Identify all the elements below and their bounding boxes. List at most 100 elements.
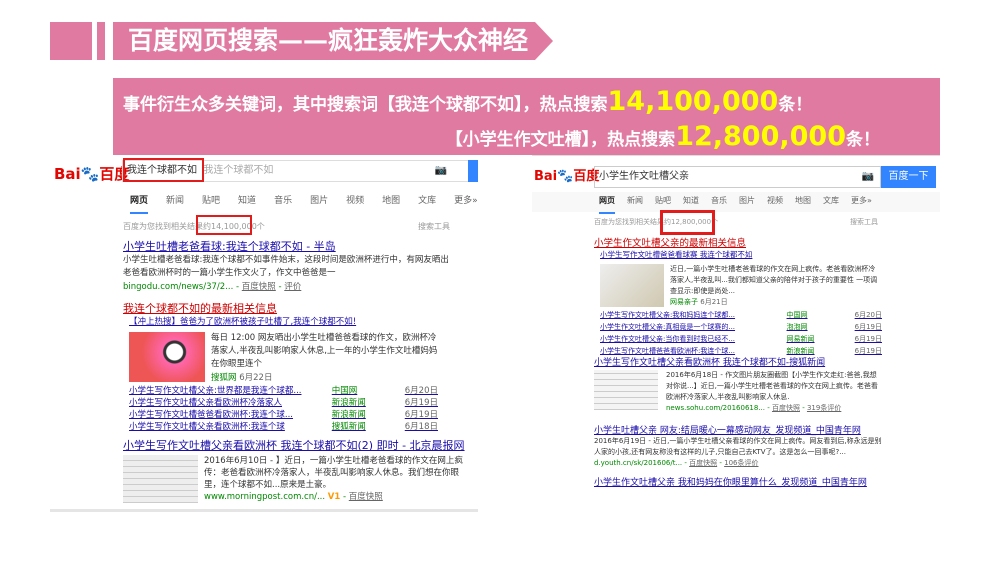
essay-image	[594, 370, 658, 410]
result-abstract: 近日,一篇小学生吐槽老爸看球的作文在网上疯传。老爸看欧洲杯冷落家人,半夜乱叫..…	[670, 265, 878, 295]
summary-box: 事件衍生众多关键词，其中搜索词【我连个球都不如】，热点搜索14,100,000条…	[113, 78, 940, 155]
sub-result[interactable]: 小学生写作文吐槽父亲:世界都是我连个球都... 中国网 6月20日	[129, 385, 438, 397]
query-suggest: 我连个球都不如	[203, 165, 274, 176]
result-1: 小学生作文吐槽父亲的最新相关信息 小学生写作文吐槽爸爸看球赛 我连个球都不如 近…	[594, 235, 882, 357]
tab-bar: 网页 新闻 贴吧 知道 音乐 图片 视频 地图 文库 更多»	[599, 195, 872, 214]
tab-web[interactable]: 网页	[599, 195, 615, 214]
result-title[interactable]: 小学生作文吐槽父亲的最新相关信息	[594, 235, 882, 249]
sub-result-date: 6月19日	[854, 323, 882, 331]
sub-result-title[interactable]: 小学生写作文吐槽父亲看欧洲杯冷落家人	[129, 397, 321, 409]
sub-result[interactable]: 小学生写作文吐槽父亲看欧洲杯冷落家人 新浪新闻 6月19日	[129, 397, 438, 409]
tab-map[interactable]: 地图	[795, 195, 811, 214]
sub-result-source: 泡泡网	[786, 323, 808, 331]
tab-wenku[interactable]: 文库	[823, 195, 839, 214]
eval-link[interactable]: 319条评价	[807, 404, 841, 412]
count-2: 12,800,000	[675, 121, 846, 152]
tab-news[interactable]: 新闻	[166, 193, 184, 214]
query-text: 小学生作文吐槽父亲	[599, 171, 689, 182]
sub-result-date: 6月19日	[404, 410, 438, 420]
sub-result-date: 6月20日	[404, 386, 438, 396]
result-title[interactable]: 小学生吐槽父亲 网友:结局暖心一幕感动网友_发现频道_中国青年网	[594, 423, 884, 436]
sub-result-title[interactable]: 小学生写作文吐槽父亲看欧洲杯:我连个球	[129, 421, 321, 433]
tab-video[interactable]: 视频	[346, 193, 364, 214]
header-bar	[97, 22, 105, 60]
tab-news[interactable]: 新闻	[627, 195, 643, 214]
tab-map[interactable]: 地图	[382, 193, 400, 214]
eval-link[interactable]: 评价	[284, 282, 301, 292]
tab-zhidao[interactable]: 知道	[238, 193, 256, 214]
tab-bar: 网页 新闻 贴吧 知道 音乐 图片 视频 地图 文库 更多»	[130, 193, 478, 214]
sub-result-source: 搜狐新闻	[331, 422, 366, 432]
sub-result[interactable]: 小学生作文吐槽父亲:真相竟是一个球赛的... 泡泡网 6月19日	[600, 321, 882, 333]
result-title[interactable]: 小学生作文吐槽父亲 我和妈妈在你眼里算什么_发现频道_中国青年网	[594, 475, 894, 488]
sub-result[interactable]: 小学生写作文吐槽爸爸看欧洲杯:我连个球... 新浪新闻 6月19日	[129, 409, 438, 421]
search-tools[interactable]: 搜索工具	[850, 217, 878, 227]
tab-more[interactable]: 更多»	[851, 195, 872, 214]
result-subtitle: 小学生写作文吐槽爸爸看球赛 我连个球都不如	[600, 250, 753, 259]
baidu-search-button[interactable]: 百度一下	[881, 166, 936, 188]
sub-result-date: 6月19日	[854, 335, 882, 343]
sub-result-date: 6月18日	[404, 422, 438, 432]
slide-title: 百度网页搜索——疯狂轰炸大众神经	[113, 22, 535, 60]
sub-result-title[interactable]: 小学生写作文吐槽爸爸看欧洲杯:我连个球...	[129, 409, 321, 421]
tab-images[interactable]: 图片	[310, 193, 328, 214]
right-search-screenshot: Bai🐾百度 小学生作文吐槽父亲 📷 百度一下 网页 新闻 贴吧 知道 音乐 图片 视频 地图文…	[532, 155, 940, 495]
snapshot-link[interactable]: 百度快照	[689, 459, 717, 467]
sub-result-title[interactable]: 小学生写作文吐槽父亲:我和妈妈连个球都...	[600, 309, 775, 321]
tab-music[interactable]: 音乐	[274, 193, 292, 214]
result-4: 小学生作文吐槽父亲 我和妈妈在你眼里算什么_发现频道_中国青年网	[594, 475, 894, 488]
unit-2: 条！	[846, 130, 880, 150]
result-abstract: 2016年6月18日 - 作文图片朋友圈截图【小学生作文走红:爸爸,我想对你说.…	[666, 371, 878, 401]
result-title[interactable]: 我连个球都不如的最新相关信息	[123, 300, 438, 316]
search-input[interactable]: 小学生作文吐槽父亲 📷	[594, 166, 881, 188]
header-block	[50, 22, 92, 60]
left-search-screenshot: Bai🐾百度 我连个球都不如 我连个球都不如 📷 网页 新闻 贴吧 知道 音乐 图片 视频 地图…	[50, 155, 478, 512]
tab-video[interactable]: 视频	[767, 195, 783, 214]
sub-result-title[interactable]: 小学生作文吐槽父亲:当你看到时我已经不...	[600, 333, 775, 345]
tab-wenku[interactable]: 文库	[418, 193, 436, 214]
result-title[interactable]: 小学生写作文吐槽父亲看欧洲杯 我连个球都不如-搜狐新闻	[594, 355, 882, 368]
sub-result-title[interactable]: 小学生作文吐槽父亲:真相竟是一个球赛的...	[600, 321, 775, 333]
sub-result-source: 中国网	[786, 311, 808, 319]
tab-tieba[interactable]: 贴吧	[202, 193, 220, 214]
summary-line1: 事件衍生众多关键词，其中搜索词【我连个球都不如】，热点搜索	[123, 95, 608, 115]
snapshot-link[interactable]: 百度快照	[772, 404, 800, 412]
unit-1: 条！	[778, 95, 813, 115]
search-tools[interactable]: 搜索工具	[418, 221, 450, 232]
cartoon-image	[600, 264, 664, 307]
sub-result-date: 6月20日	[854, 311, 882, 319]
baidu-logo: Bai🐾百度	[54, 165, 130, 183]
tab-images[interactable]: 图片	[739, 195, 755, 214]
tab-web[interactable]: 网页	[130, 193, 149, 214]
sub-result[interactable]: 小学生写作文吐槽父亲:我和妈妈连个球都... 中国网 6月20日	[600, 309, 882, 321]
sub-result[interactable]: 小学生作文吐槽父亲:当你看到时我已经不... 网易新闻 6月19日	[600, 333, 882, 345]
result-2: 小学生写作文吐槽父亲看欧洲杯 我连个球都不如-搜狐新闻 2016年6月18日 -…	[594, 355, 882, 413]
summary-line2: 【小学生作文吐槽】，热点搜索	[445, 130, 676, 150]
sub-result-source: 新浪新闻	[331, 410, 366, 420]
tab-more[interactable]: 更多»	[454, 193, 478, 214]
sub-result-title[interactable]: 小学生写作文吐槽父亲:世界都是我连个球都...	[129, 385, 321, 397]
highlight-query	[123, 158, 204, 182]
sub-result-source: 网易新闻	[786, 335, 815, 343]
football-image	[129, 332, 205, 382]
result-abstract: 每日 12:00 网友晒出小学生吐槽爸爸看球的作文，欧洲杯冷落家人,半夜乱叫影响…	[211, 333, 438, 369]
search-button[interactable]	[468, 160, 478, 182]
result-2: 我连个球都不如的最新相关信息 【冲上热搜】爸爸为了欧洲杯被孩子吐槽了,我连个球都…	[123, 300, 438, 433]
result-1: 小学生吐槽老爸看球:我连个球都不如 - 半岛 小学生吐槽老爸看球:我连个球都不如…	[123, 238, 453, 292]
sub-result-source: 中国网	[331, 386, 358, 396]
camera-icon[interactable]: 📷	[435, 161, 447, 181]
highlight-count	[660, 210, 715, 235]
snapshot-link[interactable]: 百度快照	[349, 492, 383, 502]
result-3: 小学生吐槽父亲 网友:结局暖心一幕感动网友_发现频道_中国青年网 2016年6月…	[594, 423, 884, 468]
highlight-count	[196, 215, 252, 235]
result-title[interactable]: 小学生吐槽老爸看球:我连个球都不如 - 半岛	[123, 238, 453, 254]
eval-link[interactable]: 106条评价	[724, 459, 758, 467]
snapshot-link[interactable]: 百度快照	[242, 282, 276, 292]
title-arrow	[535, 22, 553, 60]
result-title[interactable]: 小学生写作文吐槽父亲看欧洲杯 我连个球都不如(2) 即时 - 北京晨报网	[123, 437, 475, 453]
result-3: 小学生写作文吐槽父亲看欧洲杯 我连个球都不如(2) 即时 - 北京晨报网 201…	[123, 437, 475, 503]
result-abstract: 小学生吐槽老爸看球:我连个球都不如事件始末，这段时间是欧洲杯进行中，有网友晒出老…	[123, 255, 449, 278]
sub-result[interactable]: 小学生写作文吐槽父亲看欧洲杯:我连个球 搜狐新闻 6月18日	[129, 421, 438, 433]
result-abstract: 2016年6月10日 - 】近日，一篇小学生吐槽老爸看球的作文在网上疯传：老爸看…	[204, 456, 463, 490]
camera-icon[interactable]: 📷	[862, 167, 874, 187]
